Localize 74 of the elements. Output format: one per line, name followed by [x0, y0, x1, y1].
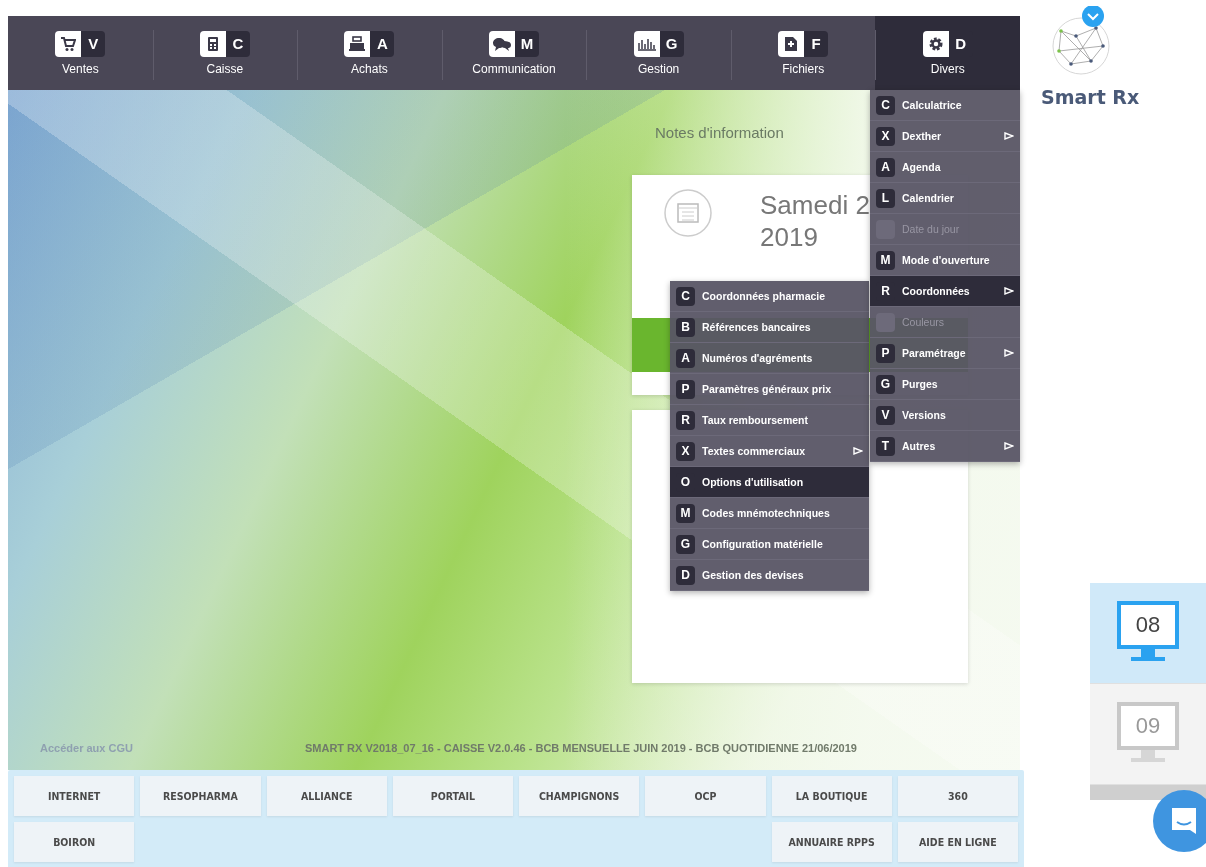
link-button[interactable]: AIDE EN LIGNE — [897, 822, 1018, 862]
shortcut-key: A — [676, 348, 695, 368]
menu-item[interactable]: C Calculatrice — [870, 90, 1020, 121]
version-text: SMART RX V2018_07_16 - CAISSE V2.0.46 - BCB MENSUELLE JUIN 2019 - BCB QUOTIDIENNE 21/06/2019 — [304, 742, 857, 754]
menu-item[interactable]: G Configuration matérielle — [670, 529, 869, 560]
link-button[interactable]: LA BOUTIQUE — [771, 776, 892, 816]
menu-item[interactable]: B Références bancaires — [670, 312, 869, 343]
link-button[interactable]: RESOPHARMA — [140, 776, 261, 816]
link-button[interactable]: PORTAIL — [392, 776, 513, 816]
menu-item[interactable]: A Agenda — [870, 152, 1020, 183]
menu-item[interactable]: P Paramètres généraux prix — [670, 374, 869, 405]
calculator-icon — [206, 35, 219, 52]
menu-item[interactable]: C Coordonnées pharmacie — [670, 281, 869, 312]
shortcut-key: X — [876, 126, 895, 146]
menu-item[interactable]: V Versions — [870, 400, 1020, 431]
menu-item[interactable]: T Autres — [870, 431, 1020, 462]
bar-chart-icon — [636, 36, 657, 51]
shortcut-key: V — [81, 30, 106, 57]
date-text: Samedi 2 — [760, 189, 870, 221]
shortcut-key: R — [676, 410, 695, 430]
menu-item[interactable]: R Taux remboursement — [670, 405, 869, 436]
menu-item[interactable]: D Gestion des devises — [670, 560, 869, 591]
shortcut-key: T — [876, 436, 895, 456]
shortcut-key: B — [676, 317, 695, 337]
shortcut-key: P — [876, 343, 895, 363]
monitor-stand-icon — [1131, 649, 1165, 661]
shortcut-key: A — [876, 157, 895, 177]
menu-item[interactable]: M Codes mnémotechniques — [670, 498, 869, 529]
file-plus-icon — [784, 35, 799, 52]
shortcut-key: M — [515, 30, 539, 57]
link-button[interactable]: INTERNET — [14, 776, 135, 816]
notes-heading: Notes d'information — [655, 124, 784, 142]
link-button[interactable]: BOIRON — [14, 822, 135, 862]
shortcut-key: M — [676, 503, 695, 523]
logo-text: Smart Rx — [1041, 86, 1140, 108]
shortcut-key: G — [659, 30, 684, 57]
cart-icon — [60, 35, 77, 52]
shortcut-key: P — [676, 379, 695, 399]
menu-item[interactable]: A Numéros d'agréments — [670, 343, 869, 374]
shortcut-key: V — [876, 405, 895, 425]
shortcut-key: L — [876, 188, 895, 208]
monitor-number: 09 — [1117, 702, 1179, 750]
menu-item[interactable]: P Paramétrage — [870, 338, 1020, 369]
shortcut-key: G — [876, 374, 895, 394]
menu-item[interactable]: R Coordonnées — [870, 276, 1020, 307]
date-text: 2019 — [760, 221, 819, 253]
menu-item[interactable]: X Dexther — [870, 121, 1020, 152]
shortcut-key: F — [804, 30, 829, 57]
gear-icon — [927, 35, 944, 52]
calendar-icon — [664, 189, 712, 237]
link-button[interactable]: ALLIANCE — [266, 776, 387, 816]
shortcut-key: X — [676, 441, 695, 461]
chat-icon[interactable] — [1153, 790, 1206, 852]
shortcut-key: G — [676, 534, 695, 554]
link-button[interactable]: OCP — [645, 776, 766, 816]
workstation-tile[interactable]: 08 — [1090, 583, 1206, 684]
menu-item[interactable]: O Options d'utilisation — [670, 467, 869, 498]
link-button[interactable]: ANNUAIRE RPPS — [771, 822, 892, 862]
link-button[interactable]: 360 — [897, 776, 1018, 816]
menu-item[interactable]: G Purges — [870, 369, 1020, 400]
shortcut-key: D — [676, 565, 695, 585]
shortcut-key: C — [225, 30, 250, 57]
shortcut-key: C — [876, 95, 895, 115]
monitor-stand-icon — [1131, 750, 1165, 762]
monitor-number: 08 — [1117, 601, 1179, 649]
menu-item[interactable]: L Calendrier — [870, 183, 1020, 214]
empty-key-box — [876, 312, 895, 332]
nav-tab[interactable]: D Divers — [875, 16, 1021, 90]
shortcut-key: M — [876, 250, 895, 270]
shortcut-key: A — [370, 30, 395, 57]
chat-bubbles-icon — [492, 35, 512, 52]
cash-register-icon — [348, 35, 367, 52]
shortcut-key: C — [676, 286, 695, 306]
link-button[interactable]: CHAMPIGNONS — [519, 776, 640, 816]
